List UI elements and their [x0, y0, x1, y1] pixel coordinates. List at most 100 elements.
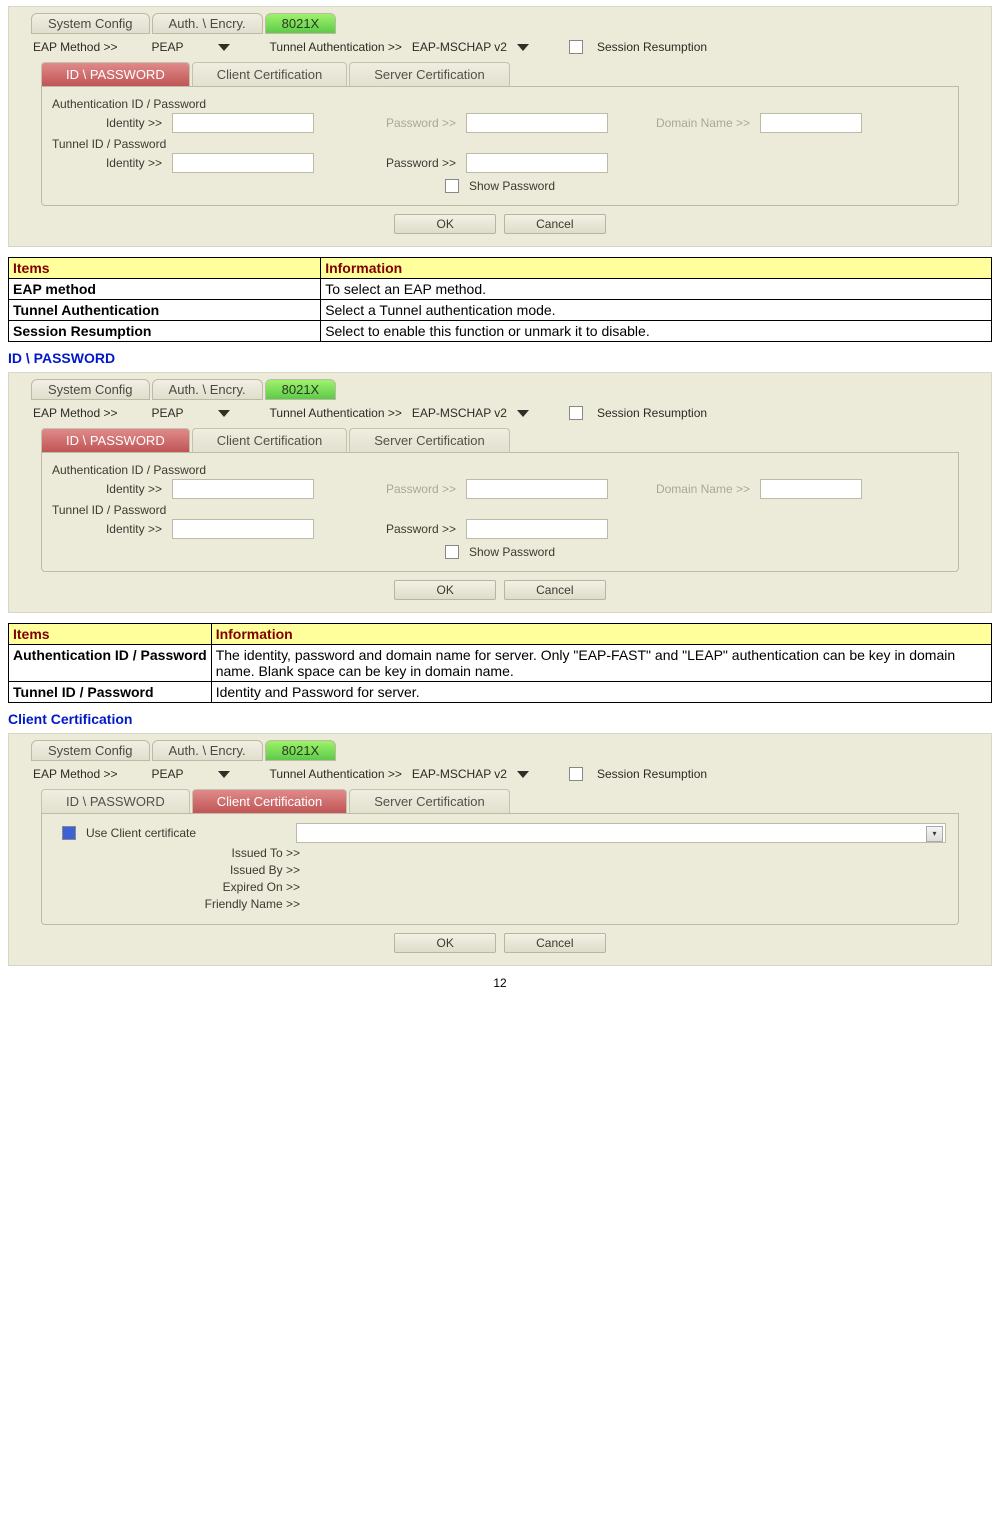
t2-r0-item: Authentication ID / Password: [9, 645, 212, 682]
tunnel-password-input[interactable]: [466, 519, 608, 539]
session-resumption-label: Session Resumption: [597, 406, 707, 420]
t1-h-info: Information: [321, 258, 992, 279]
show-password-label: Show Password: [469, 179, 555, 193]
session-resumption-checkbox[interactable]: [569, 40, 583, 54]
eap-method-value: PEAP: [128, 406, 208, 420]
tab-auth-encry[interactable]: Auth. \ Encry.: [152, 740, 263, 761]
subtab-client-cert[interactable]: Client Certification: [192, 789, 348, 813]
subtab-server-cert[interactable]: Server Certification: [349, 789, 510, 813]
tab-system-config[interactable]: System Config: [31, 13, 150, 34]
auth-password-label: Password >>: [346, 482, 460, 496]
use-client-cert-checkbox[interactable]: [62, 826, 76, 840]
tunnel-identity-input[interactable]: [172, 153, 314, 173]
tunnel-auth-dropdown-icon[interactable]: [517, 771, 529, 778]
cancel-button[interactable]: Cancel: [504, 933, 606, 953]
tunnel-auth-value: EAP-MSCHAP v2: [412, 40, 507, 54]
t1-r1-info: Select a Tunnel authentication mode.: [321, 300, 992, 321]
tunnel-auth-label: Tunnel Authentication >>: [270, 406, 402, 420]
auth-domain-input[interactable]: [760, 479, 862, 499]
subtab-id-password[interactable]: ID \ PASSWORD: [41, 62, 190, 86]
subtab-id-password[interactable]: ID \ PASSWORD: [41, 789, 190, 813]
show-password-checkbox[interactable]: [445, 179, 459, 193]
eap-method-value: PEAP: [128, 767, 208, 781]
section-id-password: ID \ PASSWORD: [8, 350, 992, 366]
tab-auth-encry[interactable]: Auth. \ Encry.: [152, 379, 263, 400]
eap-method-dropdown-icon[interactable]: [218, 771, 230, 778]
tunnel-identity-input[interactable]: [172, 519, 314, 539]
cancel-button[interactable]: Cancel: [504, 580, 606, 600]
t1-r2-info: Select to enable this function or unmark…: [321, 321, 992, 342]
auth-identity-input[interactable]: [172, 479, 314, 499]
tunnel-auth-dropdown-icon[interactable]: [517, 44, 529, 51]
auth-domain-label: Domain Name >>: [640, 482, 754, 496]
eap-method-label: EAP Method >>: [33, 767, 118, 781]
auth-password-label: Password >>: [346, 116, 460, 130]
tunnel-password-input[interactable]: [466, 153, 608, 173]
info-table-2: ItemsInformation Authentication ID / Pas…: [8, 623, 992, 703]
tab-8021x[interactable]: 8021X: [265, 13, 337, 34]
ok-button[interactable]: OK: [394, 933, 496, 953]
t2-r1-info: Identity and Password for server.: [211, 682, 991, 703]
client-cert-select[interactable]: ▾: [296, 823, 946, 843]
tunnel-auth-dropdown-icon[interactable]: [517, 410, 529, 417]
screenshot-8021x-idpassword-2: System Config Auth. \ Encry. 8021X EAP M…: [8, 372, 992, 613]
subtab-client-cert[interactable]: Client Certification: [192, 428, 348, 452]
info-table-1: ItemsInformation EAP methodTo select an …: [8, 257, 992, 342]
auth-domain-input[interactable]: [760, 113, 862, 133]
t1-r2-item: Session Resumption: [9, 321, 321, 342]
tab-8021x[interactable]: 8021X: [265, 379, 337, 400]
t1-r0-info: To select an EAP method.: [321, 279, 992, 300]
t1-r1-item: Tunnel Authentication: [9, 300, 321, 321]
eap-method-dropdown-icon[interactable]: [218, 44, 230, 51]
ok-button[interactable]: OK: [394, 580, 496, 600]
session-resumption-label: Session Resumption: [597, 40, 707, 54]
auth-domain-label: Domain Name >>: [640, 116, 754, 130]
subtab-id-password[interactable]: ID \ PASSWORD: [41, 428, 190, 452]
t2-r1-item: Tunnel ID / Password: [9, 682, 212, 703]
tab-auth-encry[interactable]: Auth. \ Encry.: [152, 13, 263, 34]
session-resumption-checkbox[interactable]: [569, 406, 583, 420]
t2-h-items: Items: [9, 624, 212, 645]
issued-to-label: Issued To >>: [52, 846, 310, 860]
ok-button[interactable]: OK: [394, 214, 496, 234]
id-password-panel: Authentication ID / Password Identity >>…: [41, 86, 959, 206]
session-resumption-label: Session Resumption: [597, 767, 707, 781]
t2-r0-info: The identity, password and domain name f…: [211, 645, 991, 682]
cancel-button[interactable]: Cancel: [504, 214, 606, 234]
session-resumption-checkbox[interactable]: [569, 767, 583, 781]
tab-system-config[interactable]: System Config: [31, 379, 150, 400]
page-number: 12: [8, 976, 992, 990]
tunnel-identity-label: Identity >>: [52, 156, 166, 170]
auth-identity-label: Identity >>: [52, 116, 166, 130]
show-password-checkbox[interactable]: [445, 545, 459, 559]
issued-by-label: Issued By >>: [52, 863, 310, 877]
tunnel-password-label: Password >>: [346, 156, 460, 170]
section-client-cert: Client Certification: [8, 711, 992, 727]
subtab-client-cert[interactable]: Client Certification: [192, 62, 348, 86]
group-tunnel-id-pw: Tunnel ID / Password: [52, 503, 948, 517]
tab-system-config[interactable]: System Config: [31, 740, 150, 761]
screenshot-8021x-idpassword: System Config Auth. \ Encry. 8021X EAP M…: [8, 6, 992, 247]
tunnel-auth-value: EAP-MSCHAP v2: [412, 767, 507, 781]
auth-identity-label: Identity >>: [52, 482, 166, 496]
group-tunnel-id-pw: Tunnel ID / Password: [52, 137, 948, 151]
eap-method-dropdown-icon[interactable]: [218, 410, 230, 417]
subtab-server-cert[interactable]: Server Certification: [349, 62, 510, 86]
auth-identity-input[interactable]: [172, 113, 314, 133]
auth-password-input[interactable]: [466, 479, 608, 499]
tunnel-auth-value: EAP-MSCHAP v2: [412, 406, 507, 420]
client-cert-panel: Use Client certificate ▾ Issued To >> Is…: [41, 813, 959, 925]
client-cert-dropdown-icon[interactable]: ▾: [926, 826, 943, 842]
show-password-label: Show Password: [469, 545, 555, 559]
screenshot-8021x-clientcert: System Config Auth. \ Encry. 8021X EAP M…: [8, 733, 992, 966]
id-password-panel: Authentication ID / Password Identity >>…: [41, 452, 959, 572]
tunnel-password-label: Password >>: [346, 522, 460, 536]
tunnel-auth-label: Tunnel Authentication >>: [270, 767, 402, 781]
subtab-server-cert[interactable]: Server Certification: [349, 428, 510, 452]
t1-h-items: Items: [9, 258, 321, 279]
group-auth-id-pw: Authentication ID / Password: [52, 463, 948, 477]
t2-h-info: Information: [211, 624, 991, 645]
t1-r0-item: EAP method: [9, 279, 321, 300]
tab-8021x[interactable]: 8021X: [265, 740, 337, 761]
auth-password-input[interactable]: [466, 113, 608, 133]
